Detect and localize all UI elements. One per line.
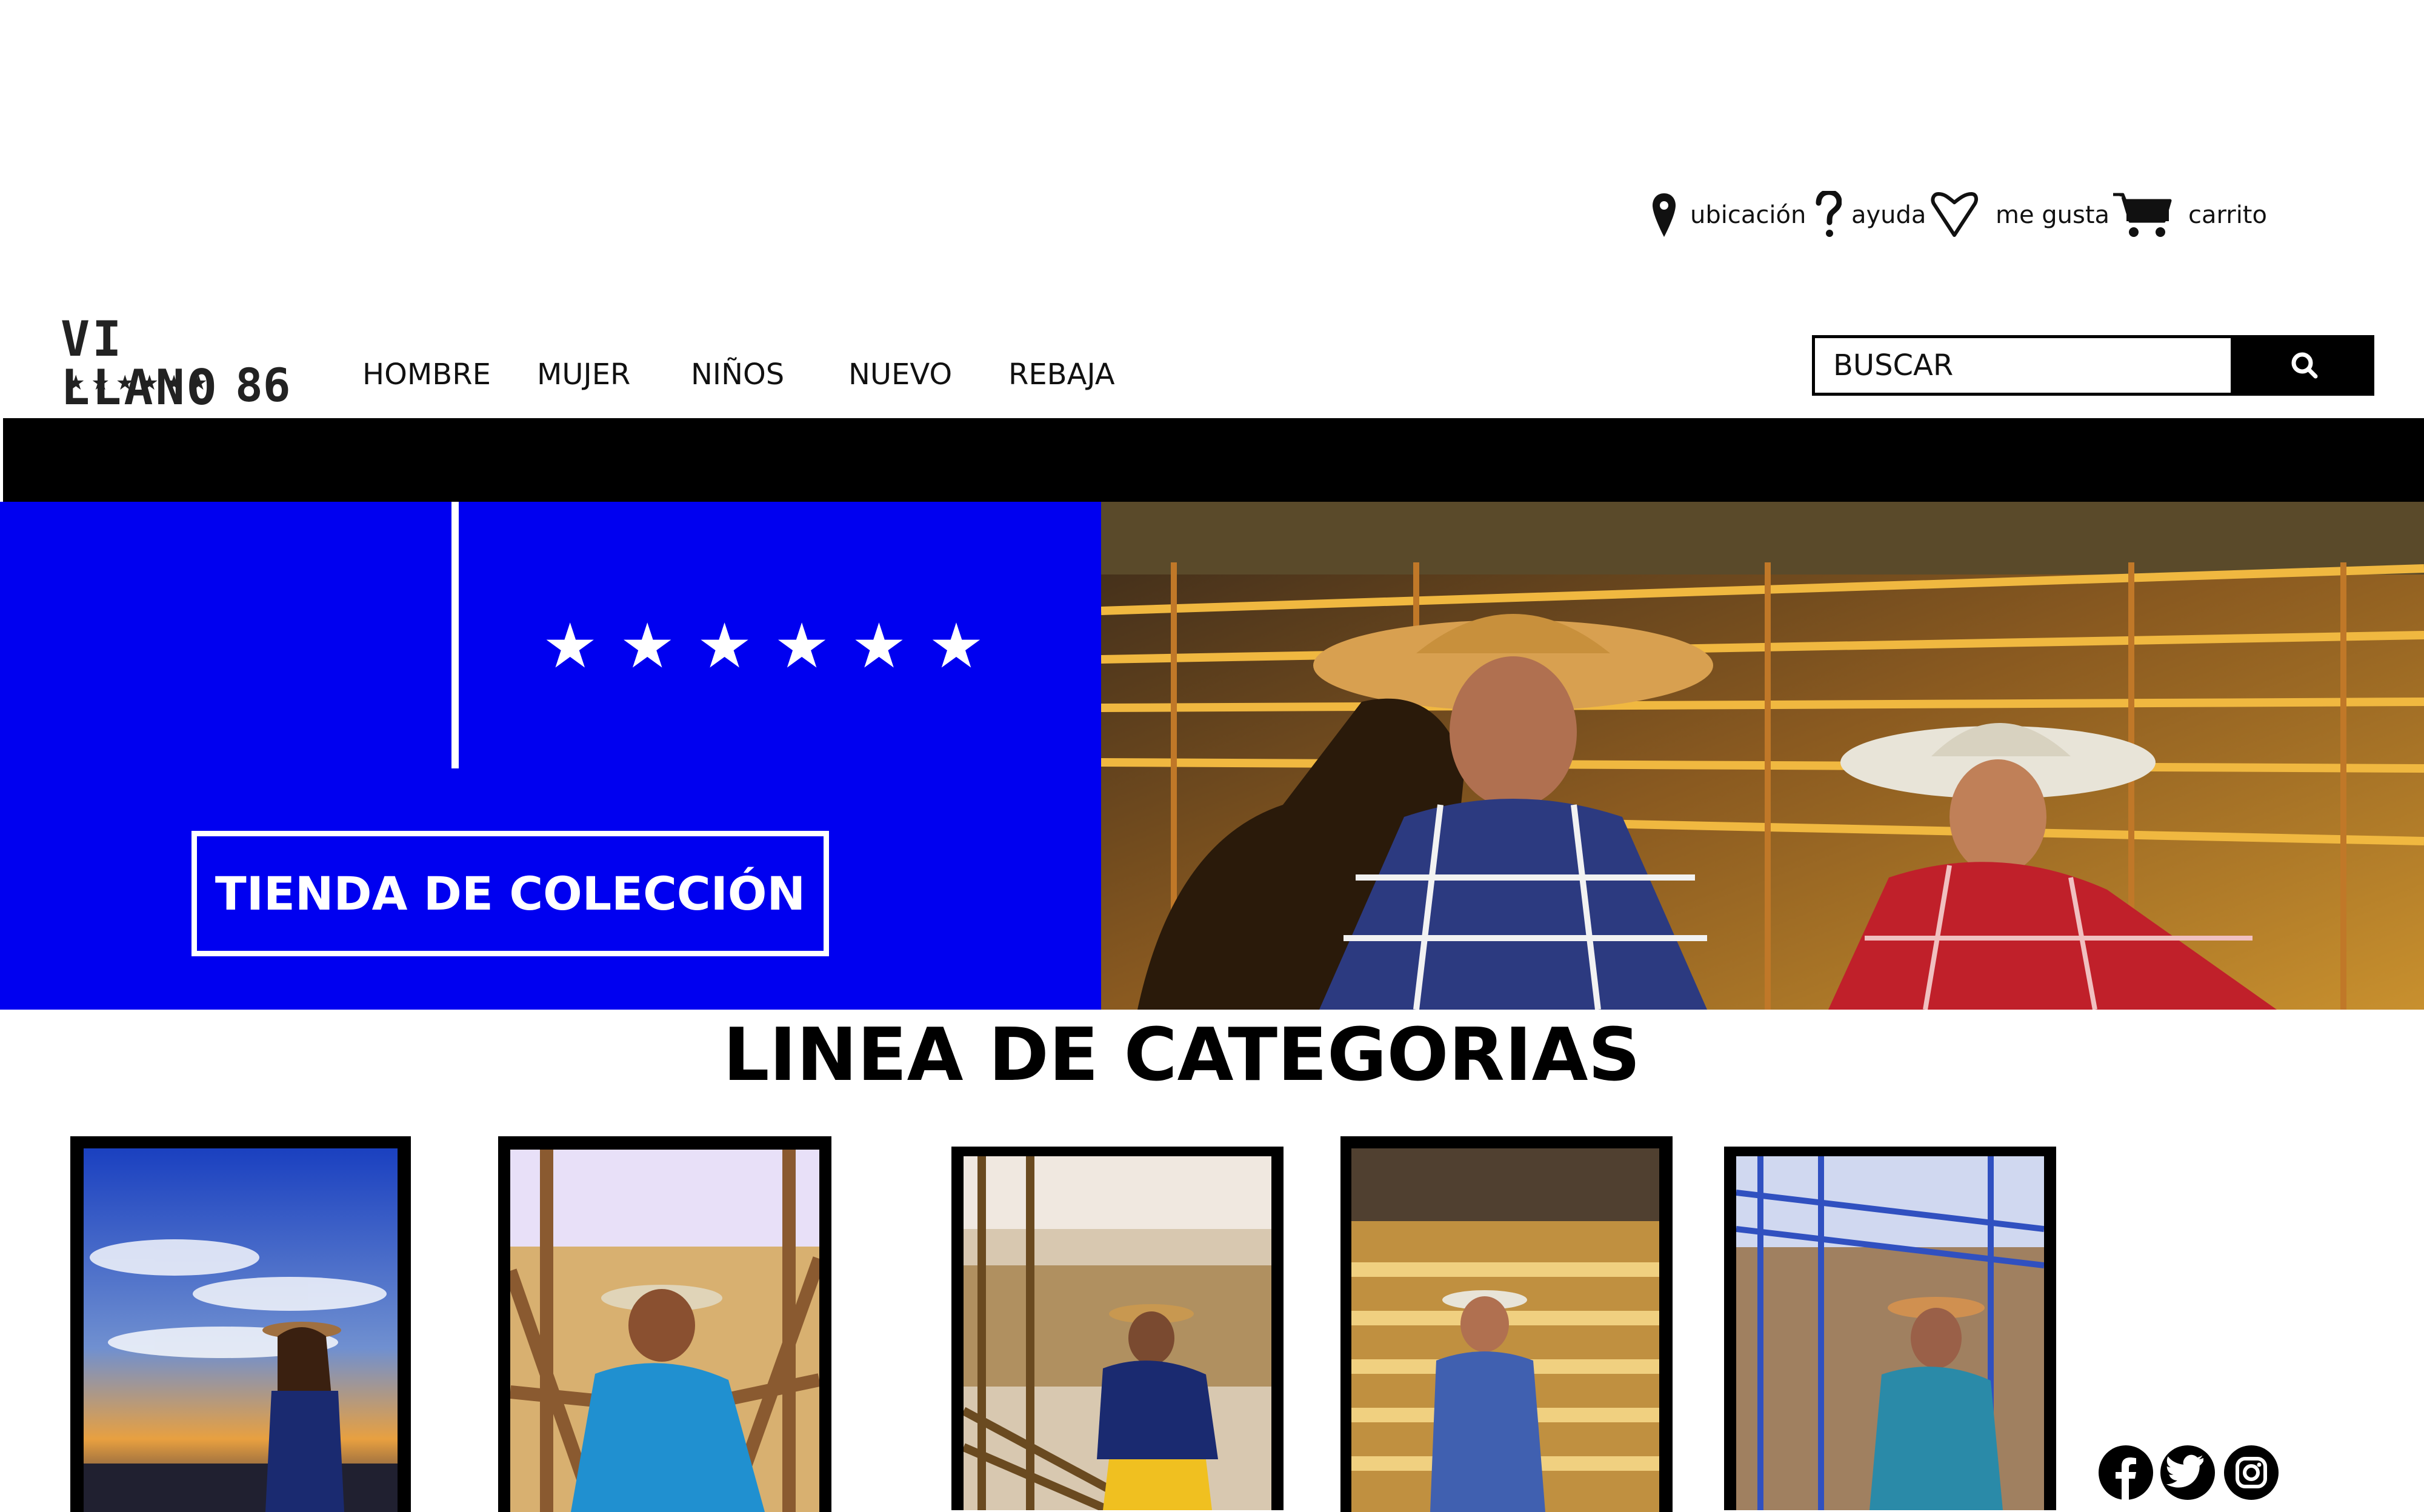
location-pin-icon xyxy=(1653,193,1676,237)
facebook-link[interactable] xyxy=(2099,1445,2153,1500)
hero-image xyxy=(1101,502,2424,1010)
hero-divider xyxy=(451,502,459,768)
instagram-icon xyxy=(2236,1457,2267,1488)
cart-icon xyxy=(2113,193,2172,237)
nav-mujer[interactable]: MUJER xyxy=(537,358,630,391)
twitter-icon xyxy=(2166,1454,2203,1488)
nav-nuevo[interactable]: NUEVO xyxy=(848,358,952,391)
search-input[interactable] xyxy=(1812,335,2234,396)
boy-blue-shirt-corral-photo xyxy=(510,1150,819,1512)
black-band xyxy=(3,418,2424,502)
hero-rodeo-photo xyxy=(1101,502,2424,1010)
category-card-5[interactable] xyxy=(1724,1147,2056,1510)
shop-collection-button[interactable]: TIENDA DE COLECCIÓN xyxy=(191,831,829,956)
twitter-link[interactable] xyxy=(2160,1445,2215,1500)
question-mark-icon xyxy=(1816,191,1842,237)
util-favorites[interactable]: me gusta xyxy=(1930,191,2109,239)
nav-ninos[interactable]: NIÑOS xyxy=(691,358,784,391)
brand-logo[interactable]: VI LLANO ★★★★★★ 86 xyxy=(61,315,303,412)
util-location-label: ubicación xyxy=(1690,201,1806,229)
logo-stars: ★★★★★★ xyxy=(67,371,214,395)
category-card-3[interactable] xyxy=(951,1147,1284,1510)
nav-hombre[interactable]: HOMBRE xyxy=(362,358,491,391)
girl-plaid-shirt-rodeo-photo xyxy=(964,1156,1271,1510)
categories-title: LINEA DE CATEGORIAS xyxy=(723,1013,1640,1097)
util-help[interactable]: ayuda xyxy=(1815,191,1926,239)
instagram-link[interactable] xyxy=(2224,1445,2279,1500)
nav-rebaja[interactable]: REBAJA xyxy=(1008,358,1115,391)
util-cart-label: carrito xyxy=(2188,201,2267,229)
category-card-4[interactable] xyxy=(1340,1136,1673,1512)
category-card-1[interactable] xyxy=(70,1136,411,1512)
util-help-label: ayuda xyxy=(1851,201,1926,229)
boy-checked-shirt-logs-photo xyxy=(1351,1148,1659,1512)
logo-number: 86 xyxy=(235,358,291,412)
heart-icon xyxy=(1931,192,1978,237)
util-cart[interactable]: carrito xyxy=(2112,191,2267,239)
util-location[interactable]: ubicación xyxy=(1651,191,1806,239)
search-icon xyxy=(2291,352,2318,378)
girl-denim-shirt-arena-photo xyxy=(1736,1156,2044,1510)
search-button[interactable] xyxy=(2234,335,2374,396)
util-favorites-label: me gusta xyxy=(1996,201,2110,229)
category-card-2[interactable] xyxy=(498,1136,831,1512)
girl-sunset-sky-photo xyxy=(84,1148,398,1512)
facebook-icon xyxy=(2116,1457,2136,1500)
hero-stars: ★★★★★★ xyxy=(542,611,1006,681)
